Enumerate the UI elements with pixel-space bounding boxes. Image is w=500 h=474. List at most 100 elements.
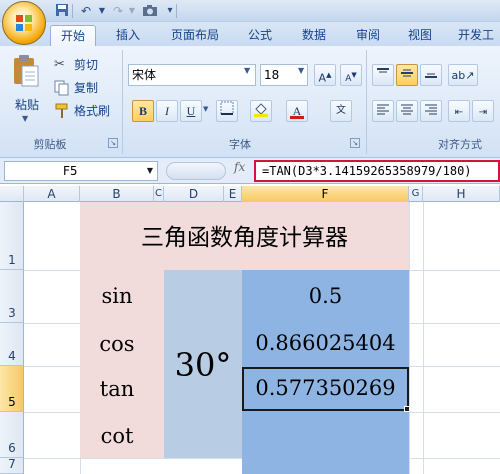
row-header-7[interactable]: 7 [0,457,24,474]
phonetic-button[interactable]: 文 [330,100,352,122]
formula-input[interactable]: =TAN(D3*3.14159265358979/180) [254,160,500,182]
underline-dropdown-icon[interactable]: ▼ [203,105,208,113]
align-right-icon [425,104,437,115]
column-header-d[interactable]: D [164,186,224,202]
fill-bucket-icon [254,103,268,117]
row-number: 1 [8,253,16,267]
align-middle-button[interactable] [396,64,418,86]
column-header-c[interactable]: C [154,186,164,202]
format-painter-icon[interactable] [54,103,70,119]
result-tan: 0.577350269 [255,376,396,400]
insert-function-button[interactable]: fx [234,160,245,174]
align-bottom-icon [425,73,437,78]
cut-icon[interactable]: ✂ [54,57,70,73]
copy-icon[interactable] [54,80,70,96]
redo-dropdown-icon[interactable]: ▼ [124,3,140,19]
increase-indent-icon: ⇥ [478,107,488,118]
tab-page-layout[interactable]: 页面布局 [164,25,226,46]
label-sin[interactable]: sin [80,284,154,308]
font-group-label: 字体 [229,138,251,151]
tab-home[interactable]: 开始 [50,25,96,46]
align-middle-icon [401,69,413,77]
font-launcher-icon[interactable]: ↘ [350,138,360,148]
name-box[interactable]: F5 ▼ [4,161,158,181]
column-header-h[interactable]: H [423,186,500,202]
clipboard-launcher-icon[interactable]: ↘ [108,138,118,148]
clipboard-group-label: 剪贴板 [33,138,67,151]
group-divider [366,50,367,154]
decrease-indent-icon: ⇤ [454,107,464,118]
align-top-icon [377,68,389,73]
row-header-3[interactable]: 3 [0,270,24,323]
align-bottom-button[interactable] [420,64,442,86]
italic-button[interactable]: I [156,100,178,122]
label-cot[interactable]: cot [80,424,154,448]
align-top-button[interactable] [372,64,394,86]
formula-bar-splitter[interactable] [166,162,226,180]
office-button[interactable] [2,1,46,45]
name-box-value: F5 [63,164,78,178]
name-box-dropdown-icon[interactable]: ▼ [147,162,153,180]
tab-formulas[interactable]: 公式 [240,25,280,46]
result-sin[interactable]: 0.5 [242,284,409,308]
align-left-icon [377,104,389,115]
title-bar [0,0,500,22]
paste-icon[interactable] [10,54,40,94]
column-header-e[interactable]: E [224,186,242,202]
font-name-field[interactable]: 宋体 [128,64,256,86]
column-header-f[interactable]: F [242,186,409,202]
row-number: 5 [8,395,16,409]
select-all-corner[interactable] [0,186,24,202]
font-name-dropdown-icon[interactable]: ▼ [244,66,250,75]
tab-data[interactable]: 数据 [294,25,334,46]
paste-dropdown-icon[interactable]: ▼ [22,114,28,123]
row-number: 3 [8,306,16,320]
row-header-6[interactable]: 6 [0,412,24,458]
orientation-button[interactable]: ab↗ [448,64,478,86]
save-icon[interactable] [54,3,70,19]
result-cos[interactable]: 0.866025404 [242,331,409,355]
tab-insert[interactable]: 插入 [108,25,148,46]
cut-button[interactable]: 剪切 [74,54,98,76]
fill-color-button[interactable] [250,100,272,122]
row-header-4[interactable]: 4 [0,323,24,366]
paste-button[interactable]: 粘贴 [12,94,42,116]
camera-icon[interactable] [142,3,158,19]
calculator-title: 三角函数角度计算器 [141,225,348,251]
decrease-indent-button[interactable]: ⇤ [448,100,470,122]
column-header-g[interactable]: G [409,186,423,202]
align-center-icon [401,104,413,115]
label-cos[interactable]: cos [80,332,154,356]
wen-icon: 文 [336,105,346,116]
format-painter-button[interactable]: 格式刷 [74,100,110,122]
undo-icon[interactable]: ↶ [78,3,94,19]
undo-dropdown-icon[interactable]: ▼ [94,3,110,19]
row-header-1[interactable]: 1 [0,202,24,270]
align-right-button[interactable] [420,100,442,122]
alignment-group-label: 对齐方式 [438,138,482,151]
shrink-font-button[interactable]: A▼ [340,64,362,86]
bold-button[interactable]: B [132,100,154,122]
borders-button[interactable] [216,100,238,122]
column-header-b[interactable]: B [80,186,154,202]
tab-review[interactable]: 审阅 [348,25,388,46]
qat-divider [72,4,73,18]
row-header-5[interactable]: 5 [0,366,24,412]
align-left-button[interactable] [372,100,394,122]
fill-handle[interactable] [404,406,410,412]
grow-font-button[interactable]: A▲ [314,64,336,86]
gridline [423,202,424,474]
label-tan[interactable]: tan [80,377,154,401]
borders-icon [220,101,234,115]
column-header-a[interactable]: A [24,186,80,202]
underline-button[interactable]: U [180,100,202,122]
font-color-button[interactable]: A [286,100,308,122]
row-number: 6 [8,441,16,455]
copy-button[interactable]: 复制 [74,77,98,99]
font-size-dropdown-icon[interactable]: ▼ [298,66,304,75]
increase-indent-button[interactable]: ⇥ [472,100,494,122]
align-center-button[interactable] [396,100,418,122]
tab-developer[interactable]: 开发工 [452,25,500,46]
tab-view[interactable]: 视图 [400,25,440,46]
office-logo-icon [16,15,32,31]
